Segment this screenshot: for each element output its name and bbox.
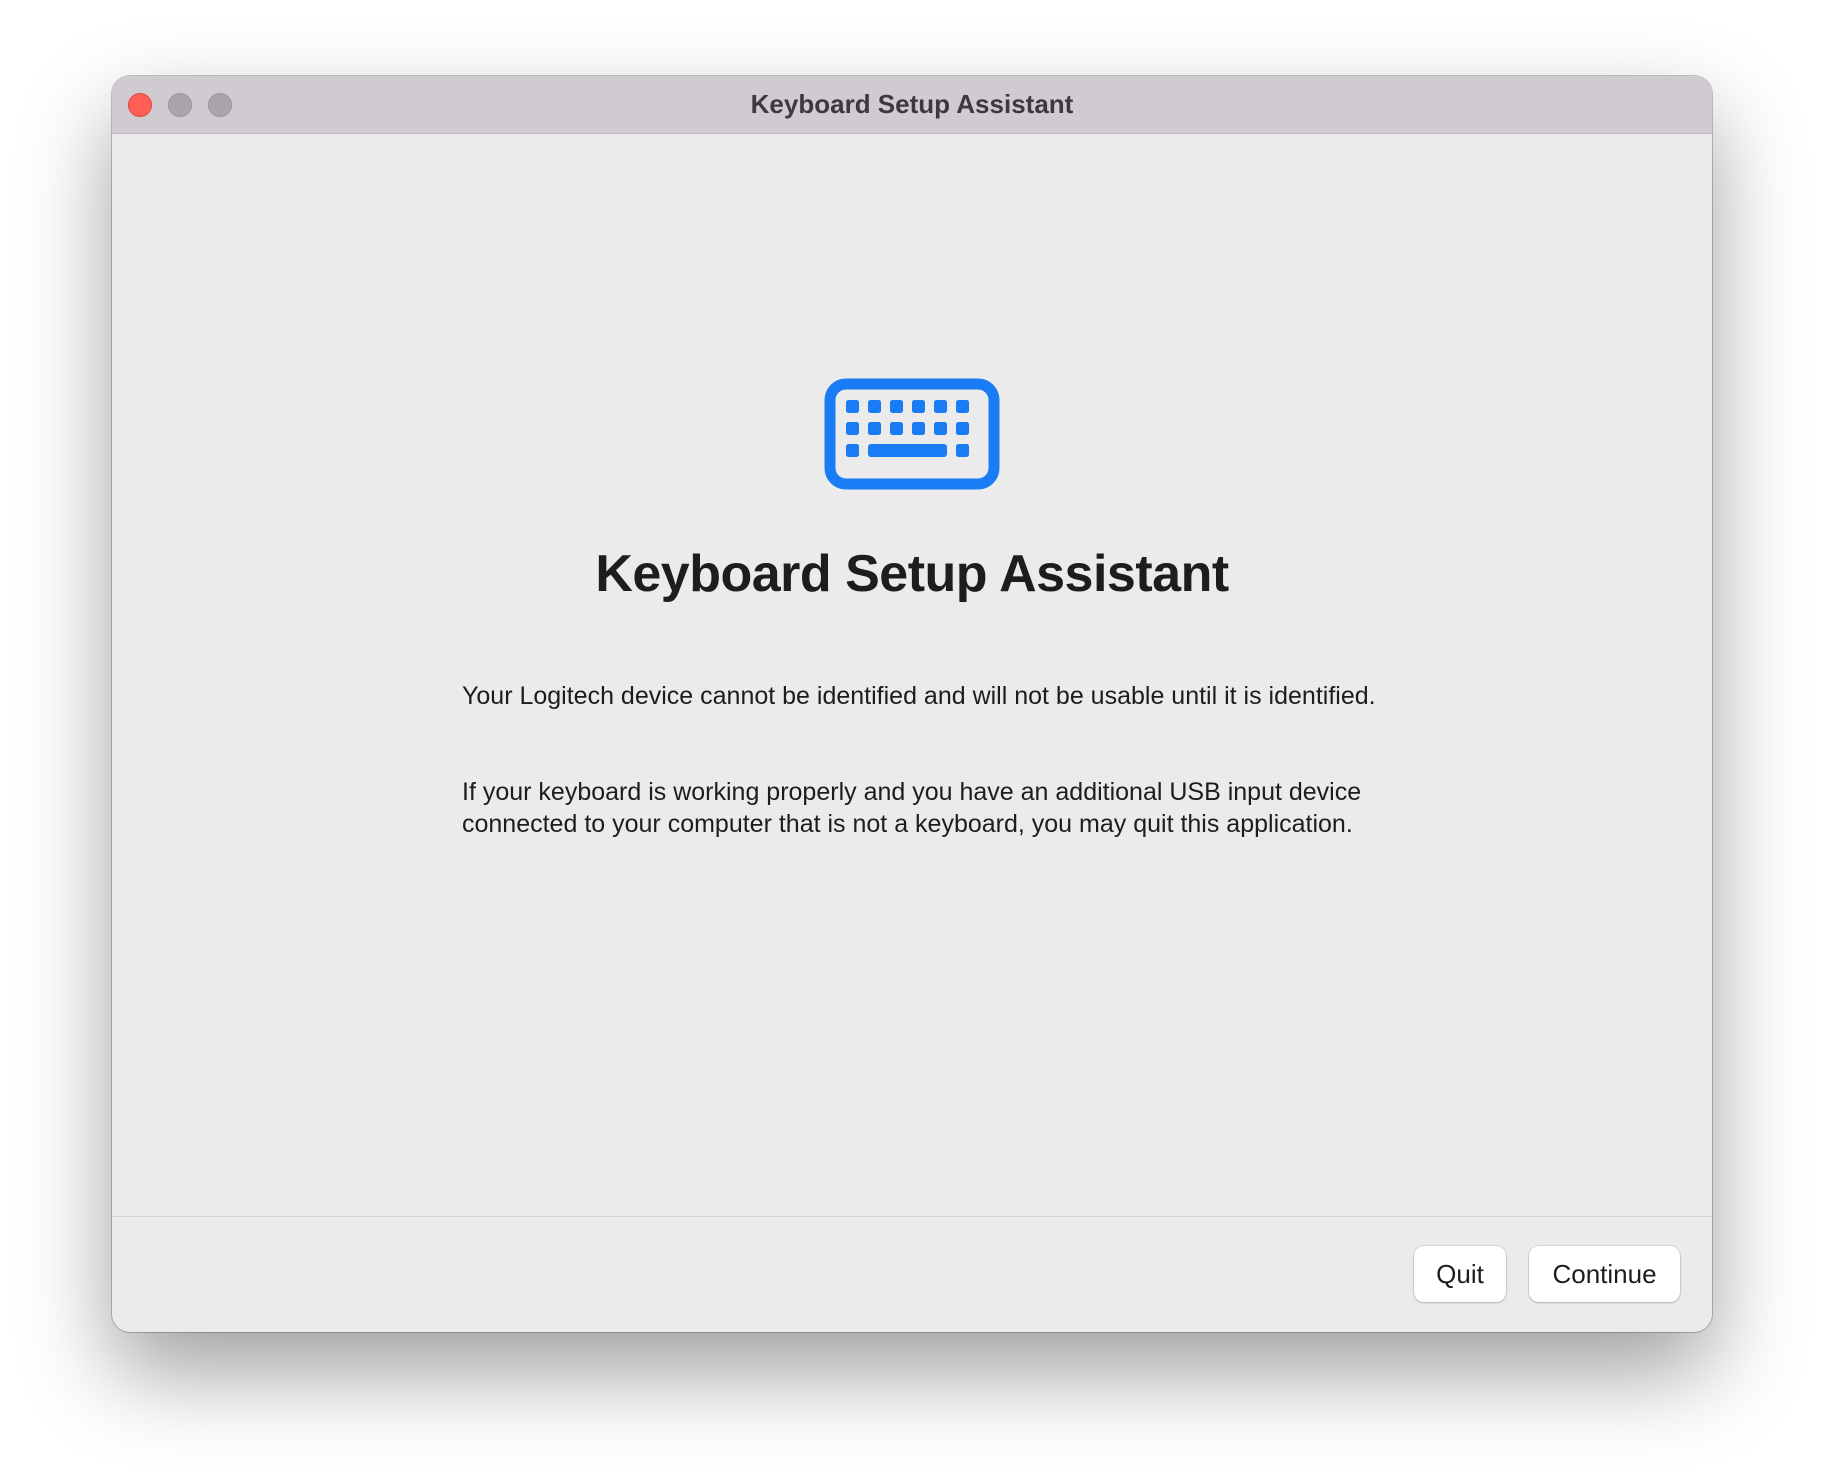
continue-button[interactable]: Continue <box>1529 1246 1680 1302</box>
window-title: Keyboard Setup Assistant <box>750 89 1074 119</box>
description-paragraph: Your Logitech device cannot be identifie… <box>462 682 1376 710</box>
instruction-paragraph: If your keyboard is working properly and… <box>462 778 1362 838</box>
main-content: Keyboard Setup Assistant Your Logitech d… <box>112 134 1712 1192</box>
keyboard-icon <box>824 378 1000 490</box>
footer-divider <box>112 1216 1712 1217</box>
title-bar[interactable]: Keyboard Setup Assistant <box>112 76 1712 134</box>
quit-button[interactable]: Quit <box>1414 1246 1506 1302</box>
page-title: Keyboard Setup Assistant <box>595 545 1229 603</box>
setup-assistant-window: Keyboard Setup Assistant Keyboard Setup … <box>112 76 1712 1332</box>
